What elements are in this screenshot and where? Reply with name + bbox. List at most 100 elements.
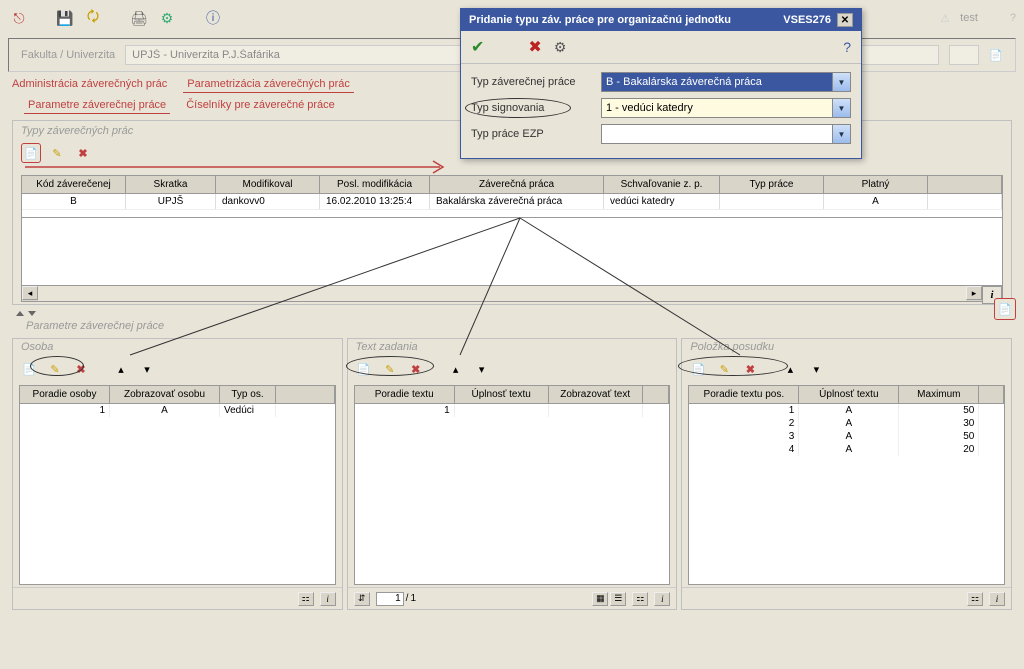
info-icon[interactable]: i (654, 592, 670, 606)
col-typ[interactable]: Typ práce (720, 176, 824, 193)
confirm-icon[interactable]: ✔ (471, 37, 484, 57)
scroll-right[interactable]: ▸ (966, 286, 982, 300)
col-zaverecna[interactable]: Záverečná práca (430, 176, 604, 193)
tab-administracia[interactable]: Administrácia záverečných prác (8, 76, 171, 93)
help-icon[interactable]: ? (843, 39, 851, 55)
text-toolbar: 📄 ✎ ✖ ▴ ▾ (348, 355, 677, 383)
chevron-down-icon[interactable]: ▼ (832, 73, 850, 91)
col-uplnost-pos[interactable]: Úplnosť textu (799, 386, 899, 403)
close-icon[interactable]: ✕ (837, 13, 853, 27)
nav-up[interactable] (16, 311, 24, 316)
col-typ-os[interactable]: Typ os. (220, 386, 276, 403)
settings-icon[interactable]: ⚙ (156, 7, 178, 29)
delete-button[interactable]: ✖ (406, 359, 426, 379)
delete-button[interactable]: ✖ (71, 359, 91, 379)
dialog-toolbar: ✔ ✖ ⚙ ? (461, 31, 861, 64)
col-skratka[interactable]: Skratka (126, 176, 216, 193)
polozka-grid-body[interactable]: 1 A 50 2 A 30 3 A 50 4 A 20 (689, 404, 1004, 584)
col-uplnost-textu[interactable]: Úplnosť textu (455, 386, 549, 403)
print-icon[interactable]: 🖨 (128, 7, 150, 29)
move-up[interactable]: ▴ (780, 359, 800, 379)
scroll-left[interactable]: ◂ (22, 286, 38, 300)
filter-label: Fakulta / Univerzita (21, 49, 115, 61)
col-platny[interactable]: Platný (824, 176, 928, 193)
config-icon[interactable]: ⚏ (298, 592, 314, 606)
col-poradie-osoby[interactable]: Poradie osoby (20, 386, 110, 403)
info-icon[interactable]: i (320, 592, 336, 606)
table-row[interactable]: 2 A 30 (689, 417, 1004, 430)
open-icon[interactable]: 📄 (989, 49, 1003, 62)
cancel-icon[interactable]: ✖ (528, 37, 541, 57)
types-scrollbar: ◂ ▸ i (21, 286, 1003, 302)
col-kod[interactable]: Kód záverečenej (22, 176, 126, 193)
text-grid-header: Poradie textu Úplnosť textu Zobrazovať t… (355, 386, 670, 404)
select-typ-zaverecnej[interactable]: B - Bakalárska záverečná práca ▼ (601, 72, 851, 92)
label-typ-signovania: Typ signovania (471, 102, 601, 114)
config-icon[interactable]: ⚏ (967, 592, 983, 606)
add-button[interactable]: 📄 (19, 359, 39, 379)
nav-down[interactable] (28, 311, 36, 316)
table-row[interactable]: 3 A 50 (689, 430, 1004, 443)
col-max[interactable]: Maximum (899, 386, 979, 403)
config-icon[interactable]: ⚏ (632, 592, 648, 606)
subtab-ciselniky[interactable]: Číselníky pre záverečné práce (182, 97, 339, 114)
panels-row: Osoba 📄 ✎ ✖ ▴ ▾ Poradie osoby Zobrazovať… (12, 338, 1012, 610)
select-typ-ezp[interactable]: ▼ (601, 124, 851, 144)
add-button[interactable]: 📄 (688, 359, 708, 379)
faculty-select[interactable] (949, 45, 979, 65)
text-grid-body[interactable]: 1 (355, 404, 670, 584)
panel-text: Text zadania 📄 ✎ ✖ ▴ ▾ Poradie textu Úpl… (347, 338, 678, 610)
info-icon[interactable]: ⓘ (202, 7, 224, 29)
dialog-titlebar[interactable]: Pridanie typu záv. práce pre organizačnú… (461, 9, 861, 31)
save-icon[interactable]: 💾 (54, 7, 76, 29)
edit-button[interactable]: ✎ (45, 359, 65, 379)
cell-schvalovanie: vedúci katedry (604, 194, 720, 209)
move-down[interactable]: ▾ (806, 359, 826, 379)
info-icon[interactable]: i (989, 592, 1005, 606)
col-zobraz-text[interactable]: Zobrazovať text (549, 386, 643, 403)
move-down[interactable]: ▾ (472, 359, 492, 379)
polozka-grid-header: Poradie textu pos. Úplnosť textu Maximum (689, 386, 1004, 404)
delete-button[interactable]: ✖ (740, 359, 760, 379)
settings-icon[interactable]: ⚙ (554, 39, 567, 56)
text-grid[interactable]: Poradie textu Úplnosť textu Zobrazovať t… (354, 385, 671, 585)
grid-icon[interactable]: ▦ (592, 592, 608, 606)
chevron-down-icon[interactable]: ▼ (832, 125, 850, 143)
tab-parametrizacia[interactable]: Parametrizácia záverečných prác (183, 76, 354, 93)
col-posl[interactable]: Posl. modifikácia (320, 176, 430, 193)
types-grid-empty[interactable] (21, 218, 1003, 286)
subtab-parametre[interactable]: Parametre záverečnej práce (24, 97, 170, 114)
sort-icon[interactable]: ⇵ (354, 592, 370, 606)
table-row[interactable]: 1 A Vedúci (20, 404, 335, 417)
polozka-grid[interactable]: Poradie textu pos. Úplnosť textu Maximum… (688, 385, 1005, 585)
col-modifikoval[interactable]: Modifikoval (216, 176, 320, 193)
dialog-form: Typ záverečnej práce B - Bakalárska záve… (461, 64, 861, 158)
move-up[interactable]: ▴ (111, 359, 131, 379)
table-row[interactable]: 1 (355, 404, 670, 417)
move-down[interactable]: ▾ (137, 359, 157, 379)
list-icon[interactable]: ☰ (610, 592, 626, 606)
cell-platny: A (824, 194, 928, 209)
col-poradie-pos[interactable]: Poradie textu pos. (689, 386, 799, 403)
table-row[interactable]: B UPJŠ dankovv0 16.02.2010 13:25:4 Bakal… (22, 194, 1002, 210)
table-row[interactable]: 1 A 50 (689, 404, 1004, 417)
record-current[interactable] (376, 592, 404, 606)
col-poradie-textu[interactable]: Poradie textu (355, 386, 455, 403)
col-zobraz-osobu[interactable]: Zobrazovať osobu (110, 386, 220, 403)
add-button[interactable]: 📄 (354, 359, 374, 379)
edit-button[interactable]: ✎ (380, 359, 400, 379)
types-grid-body[interactable]: B UPJŠ dankovv0 16.02.2010 13:25:4 Bakal… (21, 194, 1003, 218)
col-schvalovanie[interactable]: Schvaľovanie z. p. (604, 176, 720, 193)
add-page-icon[interactable]: 📄 (994, 298, 1016, 320)
select-typ-signovania[interactable]: 1 - vedúci katedry ▼ (601, 98, 851, 118)
osoba-grid[interactable]: Poradie osoby Zobrazovať osobu Typ os. 1… (19, 385, 336, 585)
table-row[interactable]: 4 A 20 (689, 443, 1004, 456)
edit-button[interactable]: ✎ (714, 359, 734, 379)
osoba-grid-body[interactable]: 1 A Vedúci (20, 404, 335, 584)
cell-posl: 16.02.2010 13:25:4 (320, 194, 430, 209)
move-up[interactable]: ▴ (446, 359, 466, 379)
reload-icon[interactable]: 🗘 (82, 7, 104, 29)
exit-icon[interactable]: ⎋ (8, 7, 30, 29)
help-icon[interactable]: ? (1010, 12, 1016, 24)
chevron-down-icon[interactable]: ▼ (832, 99, 850, 117)
